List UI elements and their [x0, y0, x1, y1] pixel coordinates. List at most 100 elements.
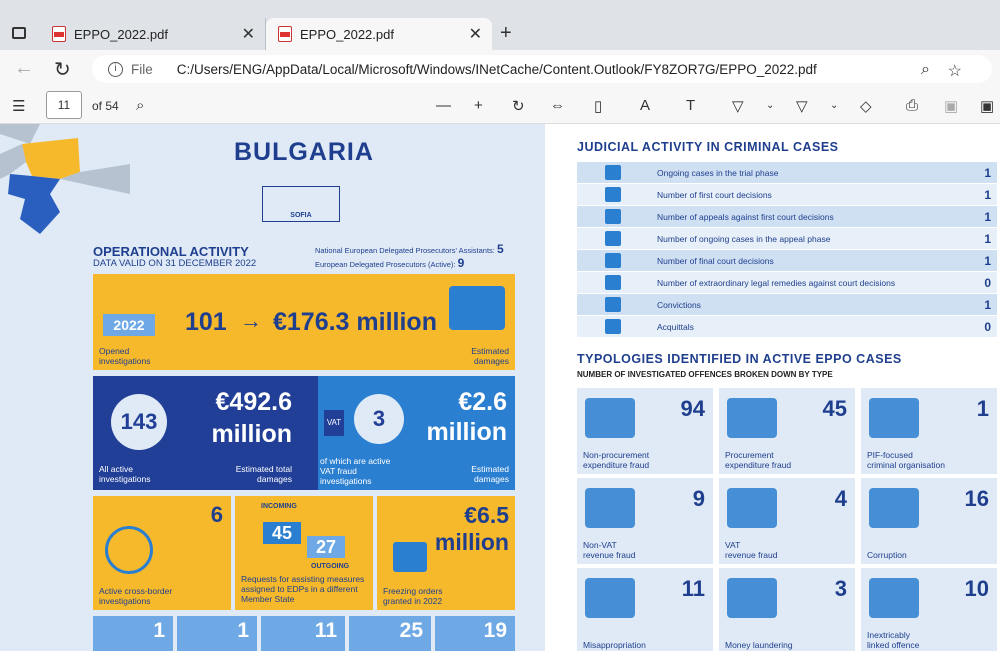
stat-tile: 11 — [261, 616, 345, 651]
save-icon[interactable]: ▣ — [944, 97, 958, 115]
typology-value: 9 — [692, 486, 705, 511]
info-icon[interactable]: i — [108, 61, 123, 77]
judicial-row: Number of ongoing cases in the appeal ph… — [577, 228, 997, 249]
stat-tile: 1 — [93, 616, 173, 651]
tab-bar: EPPO_2022.pdf ✕ EPPO_2022.pdf ✕ + — [0, 0, 1000, 50]
file-label: File — [131, 61, 153, 77]
arrow-icon: → — [240, 308, 262, 333]
typology-label: Misappropriation — [583, 640, 646, 650]
year-badge: 2022 — [103, 314, 155, 336]
typology-card: 9 Non-VAT revenue fraud — [577, 478, 713, 564]
court-icon — [577, 272, 647, 293]
court-icon — [577, 162, 647, 183]
tab-2-active[interactable]: EPPO_2022.pdf ✕ — [266, 18, 492, 50]
back-icon[interactable]: ← — [14, 57, 34, 80]
zoom-icon[interactable]: ⌕ — [921, 61, 930, 79]
typology-card: 1 PIF-focused criminal organisation — [861, 388, 997, 474]
page-number-input[interactable]: 11 — [46, 91, 82, 119]
judicial-value: 0 — [984, 275, 991, 290]
url-field[interactable]: i File C:/Users/ENG/AppData/Local/Micros… — [92, 55, 992, 83]
typology-card: 11 Misappropriation — [577, 568, 713, 651]
cross-border-label: Active cross-border investigations — [99, 586, 173, 606]
print-icon[interactable]: ⎙ — [906, 97, 918, 114]
stat-tile: 19 — [435, 616, 515, 651]
cart-icon — [727, 398, 777, 438]
active-label: All active investigations — [99, 464, 151, 484]
zoom-in-icon[interactable]: + — [474, 97, 483, 114]
new-tab-icon[interactable]: + — [500, 22, 512, 45]
save-as-icon[interactable]: ▣ — [980, 97, 994, 115]
euro-bag-icon — [585, 488, 635, 528]
typology-value: 11 — [681, 576, 705, 601]
court-icon — [577, 316, 647, 337]
text-icon[interactable]: T — [686, 97, 695, 114]
judicial-value: 1 — [984, 231, 991, 246]
court-icon — [577, 250, 647, 271]
vat-damages-l2: million — [426, 418, 507, 446]
refresh-icon[interactable]: ↻ — [54, 57, 71, 82]
fit-width-icon[interactable]: ⇔ — [550, 97, 565, 114]
vat-count: 3 — [354, 394, 404, 444]
pdf-toolbar: ☰ 11 of 54 ⌕ — + ↻ ⇔ ▯ A T ▽ ⌄ ▽ ⌄ ◇ ⎙ ▣… — [0, 88, 1000, 124]
judicial-row: Number of appeals against first court de… — [577, 206, 997, 227]
vat-label: of which are active VAT fraud investigat… — [320, 456, 391, 486]
incoming-label: INCOMING — [261, 503, 297, 510]
typology-value: 94 — [680, 396, 705, 421]
rotate-icon[interactable]: ↻ — [512, 97, 525, 115]
bribe-hand-icon — [869, 488, 919, 528]
typologies-subtitle: NUMBER OF INVESTIGATED OFFENCES BROKEN D… — [577, 370, 833, 379]
typology-label: Procurement expenditure fraud — [725, 450, 792, 470]
draw-icon[interactable]: ▽ — [732, 97, 744, 115]
judicial-label: Number of ongoing cases in the appeal ph… — [657, 233, 831, 244]
judicial-label: Ongoing cases in the trial phase — [657, 167, 779, 178]
tab-actions-icon[interactable] — [12, 27, 26, 39]
close-icon[interactable]: ✕ — [242, 24, 255, 44]
active-count: 143 — [111, 394, 167, 450]
tab-1[interactable]: EPPO_2022.pdf ✕ — [40, 18, 266, 50]
close-icon[interactable]: ✕ — [469, 24, 482, 44]
data-valid-date: DATA VALID ON 31 DECEMBER 2022 — [93, 258, 257, 269]
judicial-label: Acquittals — [657, 321, 694, 332]
pdf-icon — [52, 26, 66, 42]
eraser-icon[interactable]: ◇ — [860, 97, 872, 115]
highlight-icon[interactable]: ▽ — [796, 97, 808, 115]
judicial-row: Number of extraordinary legal remedies a… — [577, 272, 997, 293]
vat-tag: VAT — [324, 410, 344, 436]
typology-label: Non-VAT revenue fraud — [583, 540, 636, 560]
judicial-row: Convictions 1 — [577, 294, 997, 315]
judicial-title: JUDICIAL ACTIVITY IN CRIMINAL CASES — [577, 140, 839, 154]
favorite-icon[interactable]: ☆ — [948, 61, 962, 81]
chevron-down-icon[interactable]: ⌄ — [830, 100, 838, 111]
vat-investigations-panel: VAT 3 €2.6 million of which are active V… — [318, 376, 515, 490]
requests-label: Requests for assisting measures assigned… — [241, 574, 365, 604]
search-icon[interactable]: ⌕ — [136, 97, 144, 114]
judicial-label: Number of final court decisions — [657, 255, 774, 266]
freezing-label: Freezing orders granted in 2022 — [383, 586, 443, 606]
address-bar: ← ↻ i File C:/Users/ENG/AppData/Local/Mi… — [0, 50, 1000, 88]
active-damages-l1: €492.6 — [215, 388, 292, 416]
tab-title: EPPO_2022.pdf — [74, 26, 168, 42]
freezing-l2: million — [434, 529, 509, 555]
cross-border-panel: 6 Active cross-border investigations — [93, 496, 231, 610]
read-aloud-icon[interactable]: A — [640, 97, 650, 114]
chevron-down-icon[interactable]: ⌄ — [766, 100, 774, 111]
vat-damages-l1: €2.6 — [458, 388, 507, 416]
nedpa-stat: National European Delegated Prosecutors'… — [315, 242, 504, 256]
contents-icon[interactable]: ☰ — [12, 97, 25, 115]
zoom-out-icon[interactable]: — — [436, 97, 451, 114]
judicial-value: 1 — [984, 253, 991, 268]
page-view-icon[interactable]: ▯ — [594, 97, 602, 115]
outgoing-count: 27 — [307, 536, 345, 558]
typology-card: 3 Money laundering — [719, 568, 855, 651]
active-damages-l2: million — [211, 420, 292, 448]
page-left: BULGARIA SOFIA OPERATIONAL ACTIVITY DATA… — [0, 124, 545, 651]
money-stack-icon — [449, 286, 505, 330]
city-label: SOFIA — [290, 212, 312, 219]
pdf-icon — [278, 26, 292, 42]
judicial-label: Number of extraordinary legal remedies a… — [657, 277, 896, 288]
operational-title: OPERATIONAL ACTIVITY — [93, 244, 249, 259]
pdf-viewport[interactable]: BULGARIA SOFIA OPERATIONAL ACTIVITY DATA… — [0, 124, 1000, 651]
judicial-label: Number of first court decisions — [657, 189, 772, 200]
judicial-row: Number of first court decisions 1 — [577, 184, 997, 205]
judicial-row: Ongoing cases in the trial phase 1 — [577, 162, 997, 183]
